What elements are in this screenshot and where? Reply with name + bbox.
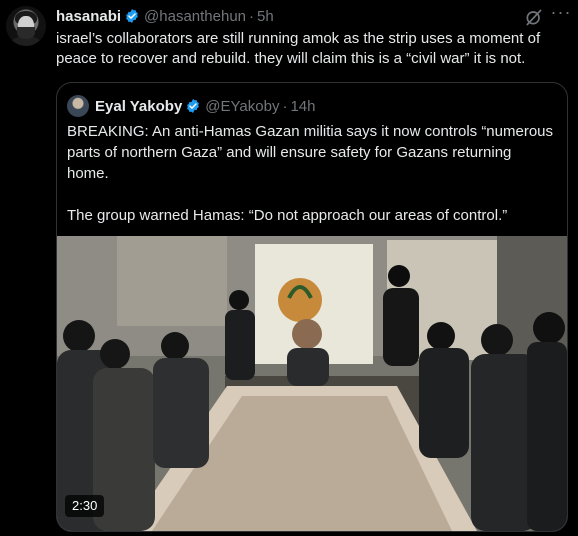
video-player[interactable]: 2:30 xyxy=(57,236,567,531)
tweet-header: hasanabi @hasanthehun · 5h xyxy=(56,6,274,26)
author-handle[interactable]: @hasanthehun xyxy=(144,8,246,25)
tweet-text: israel’s collaborators are still running… xyxy=(56,30,541,67)
quoted-tweet-header: Eyal Yakoby @EYakoby · 14h xyxy=(95,95,315,117)
author-avatar[interactable] xyxy=(6,6,46,46)
video-frame xyxy=(57,236,567,531)
verified-badge-icon xyxy=(126,9,138,23)
header-separator: · xyxy=(249,7,255,25)
quoted-paragraph-1: BREAKING: An anti-Hamas Gazan militia sa… xyxy=(67,123,554,182)
tweet[interactable]: hasanabi @hasanthehun · 5h ··· israel’s … xyxy=(0,0,578,536)
quoted-header-separator: · xyxy=(282,97,288,115)
quoted-author-avatar[interactable] xyxy=(67,95,89,117)
quoted-paragraph-2: The group warned Hamas: “Do not approach… xyxy=(67,207,508,224)
quoted-tweet-timestamp[interactable]: 14h xyxy=(290,98,315,115)
quoted-author-name[interactable]: Eyal Yakoby xyxy=(95,98,182,115)
verified-badge-icon xyxy=(187,99,200,113)
quoted-tweet[interactable]: Eyal Yakoby @EYakoby · 14h BREAKING: An … xyxy=(56,82,568,532)
quoted-tweet-text: BREAKING: An anti-Hamas Gazan militia sa… xyxy=(67,121,557,226)
more-icon[interactable]: ··· xyxy=(549,3,573,25)
avatar-beard xyxy=(17,27,35,39)
tweet-timestamp[interactable]: 5h xyxy=(257,8,274,25)
video-duration-badge: 2:30 xyxy=(65,495,105,517)
author-name[interactable]: hasanabi xyxy=(56,8,121,25)
grok-icon[interactable] xyxy=(524,7,544,27)
quoted-author-handle[interactable]: @EYakoby xyxy=(205,98,279,115)
